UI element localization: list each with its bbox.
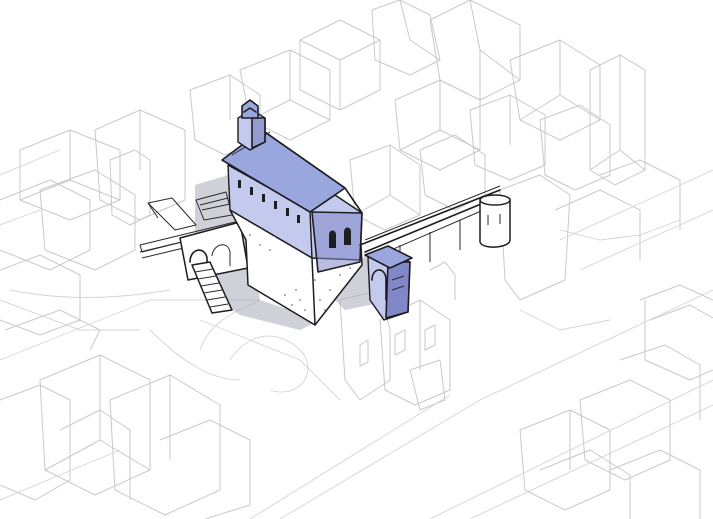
illustration-canvas bbox=[0, 0, 713, 519]
round-tower bbox=[479, 194, 511, 248]
gate-tower bbox=[364, 245, 413, 321]
sketch-svg bbox=[0, 0, 713, 519]
